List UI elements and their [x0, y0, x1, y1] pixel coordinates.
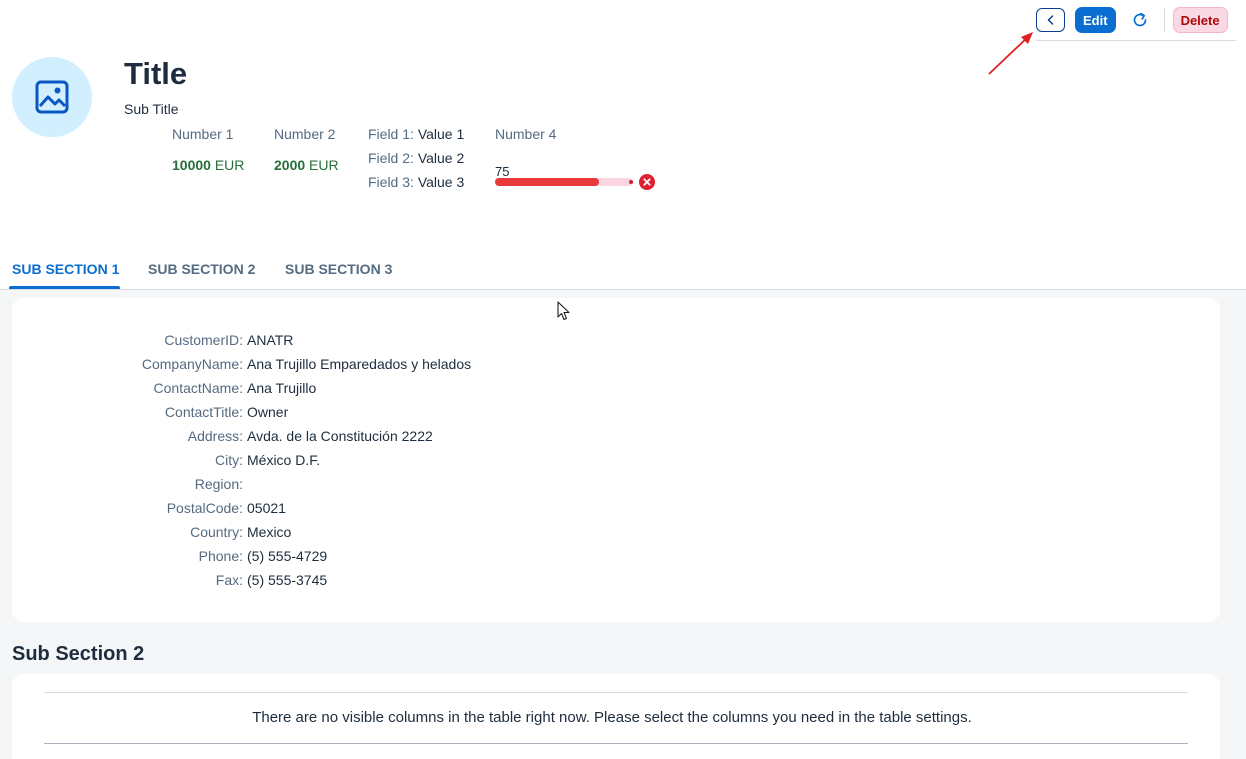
form-label: Phone: — [198, 548, 243, 564]
table-top-border — [44, 692, 1188, 693]
form-row-postal-code: PostalCode: 05021 — [12, 500, 712, 520]
toolbar-divider — [1036, 40, 1236, 41]
sub-section-1-card: CustomerID: ANATR CompanyName: Ana Truji… — [12, 298, 1220, 622]
progress-end-marker — [629, 180, 633, 184]
header-field-2: Field 2: Value 2 — [368, 150, 464, 166]
object-page-header — [0, 0, 1246, 250]
form-value: Owner — [247, 404, 289, 420]
kpi-value-number-2: 2000 EUR — [274, 157, 339, 173]
field-value: Value 2 — [417, 150, 465, 166]
form-value: Avda. de la Constitución 2222 — [247, 428, 433, 444]
form-value: Ana Trujillo Emparedados y helados — [247, 356, 472, 372]
page-title: Title — [124, 56, 188, 91]
form-row-contact-name: ContactName: Ana Trujillo — [12, 380, 712, 400]
active-tab-indicator — [9, 286, 120, 289]
form-label: CustomerID: — [164, 332, 243, 348]
kpi-unit: EUR — [309, 157, 339, 173]
tab-sub-section-3[interactable]: SUB SECTION 3 — [285, 261, 392, 277]
field-value: Value 1 — [417, 126, 465, 142]
kpi-number: 10000 — [172, 157, 211, 173]
section-2-title: Sub Section 2 — [12, 643, 145, 665]
form-label: ContactTitle: — [164, 404, 243, 420]
form-value: (5) 555-3745 — [247, 572, 328, 588]
back-button[interactable] — [1036, 8, 1065, 32]
form-label: ContactName: — [153, 380, 243, 396]
form-label: PostalCode: — [166, 500, 243, 516]
kpi-number: 2000 — [274, 157, 306, 173]
form-row-region: Region: — [12, 476, 712, 496]
form-row-phone: Phone: (5) 555-4729 — [12, 548, 712, 568]
form-label: City: — [215, 452, 243, 468]
form-label: Address: — [187, 428, 243, 444]
field-label: Field 2: — [368, 150, 414, 166]
delete-button[interactable]: Delete — [1172, 7, 1228, 33]
form-value: (5) 555-4729 — [247, 548, 328, 564]
tab-sub-section-1[interactable]: SUB SECTION 1 — [12, 261, 119, 277]
form-row-customer-id: CustomerID: ANATR — [12, 332, 712, 352]
form-label: Country: — [190, 524, 243, 540]
form-row-country: Country: Mexico — [12, 524, 712, 544]
form-row-city: City: México D.F. — [12, 452, 712, 472]
header-field-1: Field 1: Value 1 — [368, 126, 464, 142]
progress-value: 75 — [495, 164, 510, 179]
image-placeholder-icon — [35, 80, 69, 114]
annotation-arrow-icon — [988, 32, 1033, 75]
header-toolbar: Edit Delete — [1036, 6, 1228, 34]
form-value: Mexico — [247, 524, 292, 540]
form-row-company-name: CompanyName: Ana Trujillo Emparedados y … — [12, 356, 712, 376]
refresh-icon — [1133, 12, 1146, 27]
form-value: Ana Trujillo — [247, 380, 317, 396]
form-value: 05021 — [247, 500, 286, 516]
form-row-contact-title: ContactTitle: Owner — [12, 404, 712, 424]
header-field-3: Field 3: Value 3 — [368, 174, 464, 190]
progress-bar-fill — [495, 178, 599, 186]
edit-button[interactable]: Edit — [1075, 7, 1116, 33]
form-label: CompanyName: — [141, 356, 243, 372]
progress-bar — [495, 178, 633, 186]
table-empty-message: There are no visible columns in the tabl… — [252, 709, 972, 726]
form-value: México D.F. — [247, 452, 321, 468]
progress-label: Number 4 — [495, 126, 557, 142]
table-bottom-border — [44, 743, 1188, 744]
sub-section-2-card: There are no visible columns in the tabl… — [12, 674, 1220, 759]
field-label: Field 1: — [368, 126, 414, 142]
form-label: Fax: — [215, 572, 243, 588]
mouse-cursor-icon — [557, 301, 570, 321]
page-subtitle: Sub Title — [124, 101, 179, 117]
form-value: ANATR — [247, 332, 294, 348]
avatar — [12, 57, 92, 137]
form-label: Region: — [194, 476, 243, 492]
kpi-label-number-2: Number 2 — [274, 126, 336, 142]
tab-sub-section-2[interactable]: SUB SECTION 2 — [148, 261, 255, 277]
kpi-value-number-1: 10000 EUR — [172, 157, 244, 173]
chevron-left-icon — [1047, 15, 1053, 25]
toolbar-separator — [1163, 8, 1165, 32]
form-row-address: Address: Avda. de la Constitución 2222 — [12, 428, 712, 448]
refresh-button[interactable] — [1130, 8, 1150, 32]
kpi-label-number-1: Number 1 — [172, 126, 234, 142]
field-label: Field 3: — [368, 174, 414, 190]
field-value: Value 3 — [417, 174, 465, 190]
form-row-fax: Fax: (5) 555-3745 — [12, 572, 712, 592]
error-icon — [639, 174, 655, 190]
kpi-unit: EUR — [214, 157, 245, 173]
